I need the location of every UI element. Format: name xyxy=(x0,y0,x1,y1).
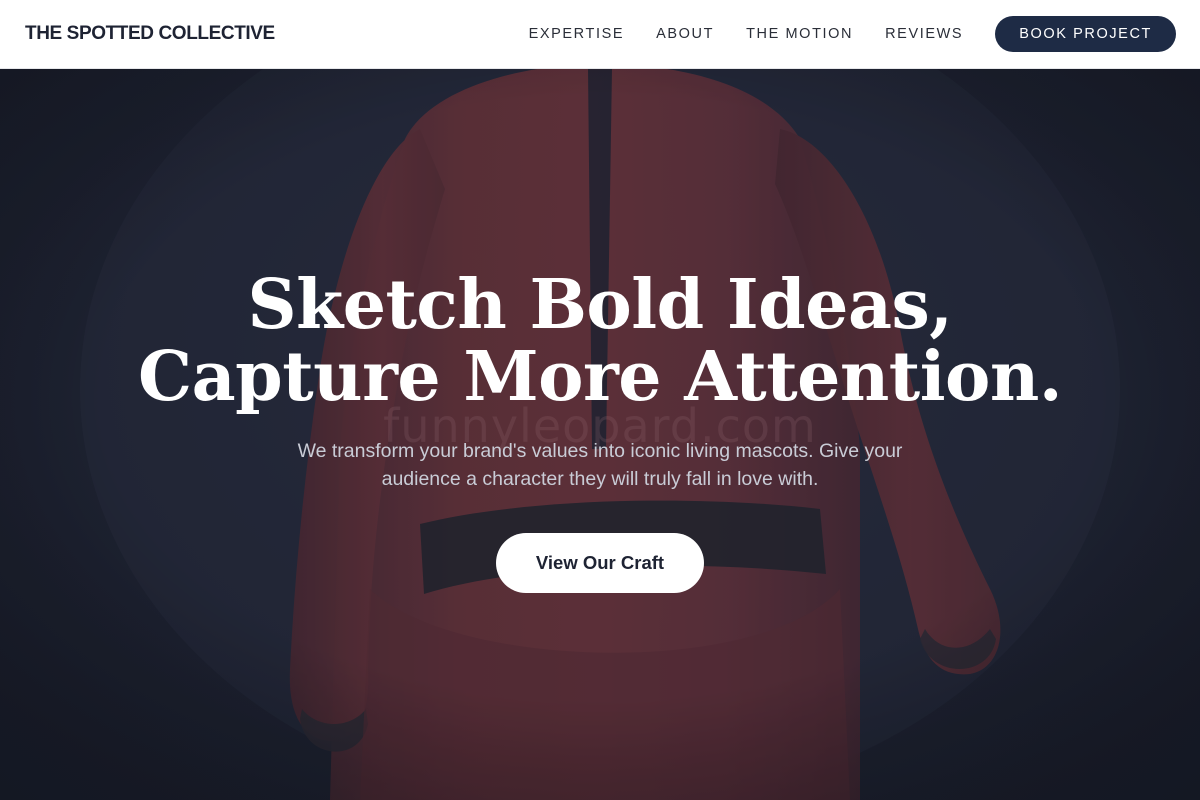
view-our-craft-button[interactable]: View Our Craft xyxy=(496,533,704,593)
hero-title: Sketch Bold Ideas, Capture More Attentio… xyxy=(0,269,1200,413)
nav-link-reviews[interactable]: REVIEWS xyxy=(885,26,963,42)
top-navbar: THE SPOTTED COLLECTIVE EXPERTISE ABOUT T… xyxy=(0,0,1200,69)
brand-logo[interactable]: THE SPOTTED COLLECTIVE xyxy=(25,23,275,45)
nav-link-about[interactable]: ABOUT xyxy=(656,26,714,42)
hero-subtitle: We transform your brand's values into ic… xyxy=(297,440,903,490)
nav-right-group: EXPERTISE ABOUT THE MOTION REVIEWS BOOK … xyxy=(529,16,1176,52)
book-project-button[interactable]: BOOK PROJECT xyxy=(995,16,1176,52)
hero-title-line-2: Capture More Attention. xyxy=(137,337,1063,417)
nav-item-expertise: EXPERTISE xyxy=(529,25,625,43)
nav-link-the-motion[interactable]: THE MOTION xyxy=(746,26,853,42)
hero-content: Sketch Bold Ideas, Capture More Attentio… xyxy=(0,269,1200,593)
nav-item-reviews: REVIEWS xyxy=(885,25,963,43)
nav-item-the-motion: THE MOTION xyxy=(746,25,853,43)
hero-section: funnyleopard.com Sketch Bold Ideas, Capt… xyxy=(0,69,1200,800)
nav-links: EXPERTISE ABOUT THE MOTION REVIEWS xyxy=(529,25,996,43)
hero-title-line-1: Sketch Bold Ideas, xyxy=(247,265,953,345)
nav-link-expertise[interactable]: EXPERTISE xyxy=(529,26,625,42)
nav-item-about: ABOUT xyxy=(656,25,714,43)
